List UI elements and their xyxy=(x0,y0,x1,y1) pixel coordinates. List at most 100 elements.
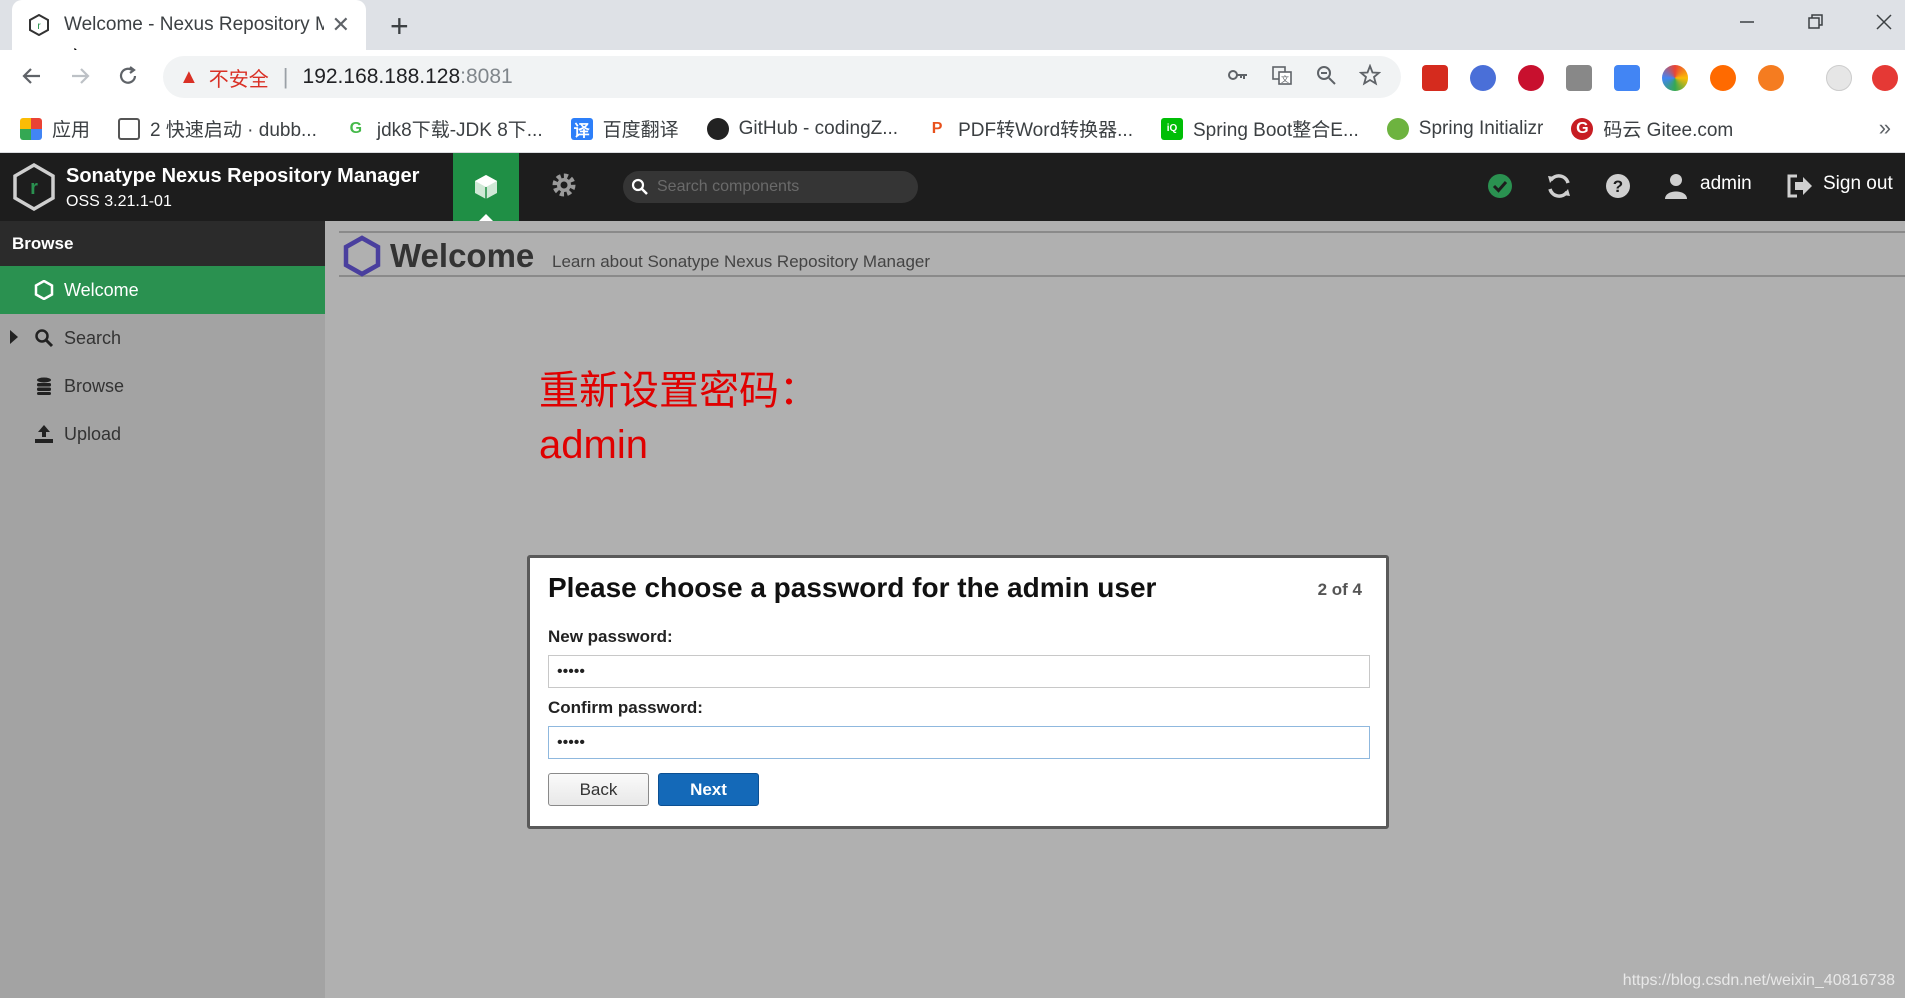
next-button[interactable]: Next xyxy=(658,773,759,806)
bookmark-dubbo[interactable]: 2 快速启动 · dubb... xyxy=(118,115,317,142)
orange-extension-icon[interactable] xyxy=(1758,65,1784,91)
minimize-icon[interactable] xyxy=(1738,12,1756,32)
back-arrow-icon[interactable] xyxy=(20,64,44,88)
book-icon xyxy=(118,117,141,140)
confirm-password-label: Confirm password: xyxy=(548,698,703,717)
more-bookmarks-icon[interactable]: » xyxy=(1879,115,1891,141)
cube-icon xyxy=(475,175,497,199)
sidebar-item-label: Browse xyxy=(64,375,125,396)
bookmark-apps[interactable]: 应用 xyxy=(20,115,90,142)
restore-icon[interactable] xyxy=(1806,12,1826,32)
user-icon[interactable] xyxy=(1664,172,1688,200)
adblock-extension-icon[interactable] xyxy=(1518,65,1544,91)
fe-extension-icon[interactable] xyxy=(1422,65,1448,91)
bookmark-pdf[interactable]: P PDF转Word转换器... xyxy=(926,115,1133,142)
search-components-input[interactable] xyxy=(657,178,907,196)
new-password-field[interactable] xyxy=(548,655,1370,688)
github-icon xyxy=(706,117,729,140)
sidebar-item-label: Upload xyxy=(64,423,122,444)
window-close-icon[interactable] xyxy=(1874,12,1894,32)
nexus-favicon-icon: r xyxy=(29,14,49,36)
welcome-hexagon-icon xyxy=(343,235,381,277)
color-extension-icon[interactable] xyxy=(1662,65,1688,91)
bookmarks-bar: 应用 2 快速启动 · dubb... Gjdk8下载-JDK 8下... 译百… xyxy=(0,105,1905,153)
main-content: Welcome Learn about Sonatype Nexus Repos… xyxy=(325,221,1905,998)
refresh-icon[interactable] xyxy=(1545,172,1573,200)
url-separator: | xyxy=(282,64,289,89)
bookmark-star-icon[interactable] xyxy=(1359,64,1381,86)
red-annotation: 重新设置密码： admin xyxy=(539,364,819,472)
setup-wizard-dialog: Please choose a password for the admin u… xyxy=(527,555,1389,829)
iqiyi-icon: iQ xyxy=(1160,117,1183,140)
page-subtitle: Learn about Sonatype Nexus Repository Ma… xyxy=(552,252,931,271)
reload-icon[interactable] xyxy=(116,64,140,88)
infinity-extension-icon[interactable] xyxy=(1710,65,1736,91)
omnibox-actions: 文 xyxy=(1227,64,1381,86)
sidebar-item-search[interactable]: Search xyxy=(0,314,325,362)
browser-tab[interactable]: r Welcome - Nexus Repository M ✕ xyxy=(12,0,366,50)
bookmark-gitee[interactable]: G 码云 Gitee.com xyxy=(1571,115,1733,142)
forward-arrow-icon[interactable] xyxy=(68,64,92,88)
update-extension-icon[interactable] xyxy=(1872,65,1898,91)
svg-text:文: 文 xyxy=(1281,74,1289,84)
google-translate-extension-icon[interactable] xyxy=(1614,65,1640,91)
insecure-label[interactable]: 不安全 xyxy=(209,63,269,92)
wizard-step-indicator: 2 of 4 xyxy=(1317,580,1362,599)
search-components[interactable] xyxy=(623,171,918,203)
dialog-title: Please choose a password for the admin u… xyxy=(548,572,1157,603)
annotation-line-2: admin xyxy=(539,423,648,467)
sidebar: Browse Welcome Search Browse Upload xyxy=(0,221,325,998)
bookmark-spring-boot[interactable]: iQ Spring Boot整合E... xyxy=(1160,115,1359,142)
check-extension-icon[interactable] xyxy=(1470,65,1496,91)
bookmark-spring-initializr[interactable]: Spring Initializr xyxy=(1386,117,1543,140)
nexus-header: r Sonatype Nexus Repository Manager OSS … xyxy=(0,153,1905,221)
translate-icon: 译 xyxy=(570,117,593,140)
svg-text:r: r xyxy=(37,21,41,32)
spring-icon xyxy=(1386,117,1409,140)
browse-mode-button[interactable] xyxy=(453,153,519,221)
expand-caret-icon[interactable] xyxy=(10,330,18,344)
sidebar-item-browse[interactable]: Browse xyxy=(0,362,325,410)
user-name[interactable]: admin xyxy=(1700,173,1752,195)
confirm-password-field[interactable] xyxy=(548,726,1370,759)
sidebar-item-welcome[interactable]: Welcome xyxy=(0,266,325,314)
bookmark-jdk8[interactable]: Gjdk8下载-JDK 8下... xyxy=(345,115,543,142)
search-icon xyxy=(631,178,648,195)
bookmark-github[interactable]: GitHub - codingZ... xyxy=(706,117,898,140)
tab-title: Welcome - Nexus Repository M xyxy=(64,14,324,35)
address-bar[interactable]: ▲ 不安全 | 192.168.188.128:8081 文 xyxy=(163,56,1401,98)
sidebar-item-upload[interactable]: Upload xyxy=(0,410,325,458)
annotation-line-1: 重新设置密码： xyxy=(539,369,819,413)
g-logo-icon: G xyxy=(349,119,363,137)
search-icon xyxy=(34,328,54,348)
sign-out-icon[interactable] xyxy=(1786,174,1814,198)
url-host: 192.168.188.128 xyxy=(302,65,461,88)
hexagon-icon xyxy=(34,280,54,300)
tab-close-icon[interactable]: ✕ xyxy=(332,12,350,38)
svg-text:r: r xyxy=(30,177,38,199)
weather-extension-icon[interactable] xyxy=(1826,65,1852,91)
zoom-out-icon[interactable] xyxy=(1315,64,1337,86)
help-icon[interactable]: ? xyxy=(1604,172,1632,200)
page-title: Welcome xyxy=(390,237,535,274)
key-icon[interactable] xyxy=(1227,64,1249,86)
new-tab-button[interactable]: + xyxy=(390,8,409,45)
gitee-icon: G xyxy=(1571,117,1594,140)
sidebar-item-label: Search xyxy=(64,327,122,348)
status-check-icon[interactable] xyxy=(1486,172,1514,200)
nexus-logo-icon[interactable]: r xyxy=(12,163,56,211)
sign-out-link[interactable]: Sign out xyxy=(1823,173,1893,195)
app-version: OSS 3.21.1-01 xyxy=(66,193,172,210)
svg-text:?: ? xyxy=(1613,177,1623,196)
pdf-icon: P xyxy=(931,119,943,137)
apps-grid-icon xyxy=(20,117,42,140)
bookmark-baidu-translate[interactable]: 译百度翻译 xyxy=(570,115,679,142)
url-port: :8081 xyxy=(460,65,513,88)
gear-icon[interactable] xyxy=(548,169,580,201)
sidebar-header: Browse xyxy=(0,221,325,266)
back-button[interactable]: Back xyxy=(548,773,649,806)
browser-toolbar: ▲ 不安全 | 192.168.188.128:8081 文 xyxy=(0,50,1905,105)
puzzle-extension-icon[interactable] xyxy=(1566,65,1592,91)
translate-page-icon[interactable]: 文 xyxy=(1271,64,1293,86)
upload-icon xyxy=(34,424,54,444)
